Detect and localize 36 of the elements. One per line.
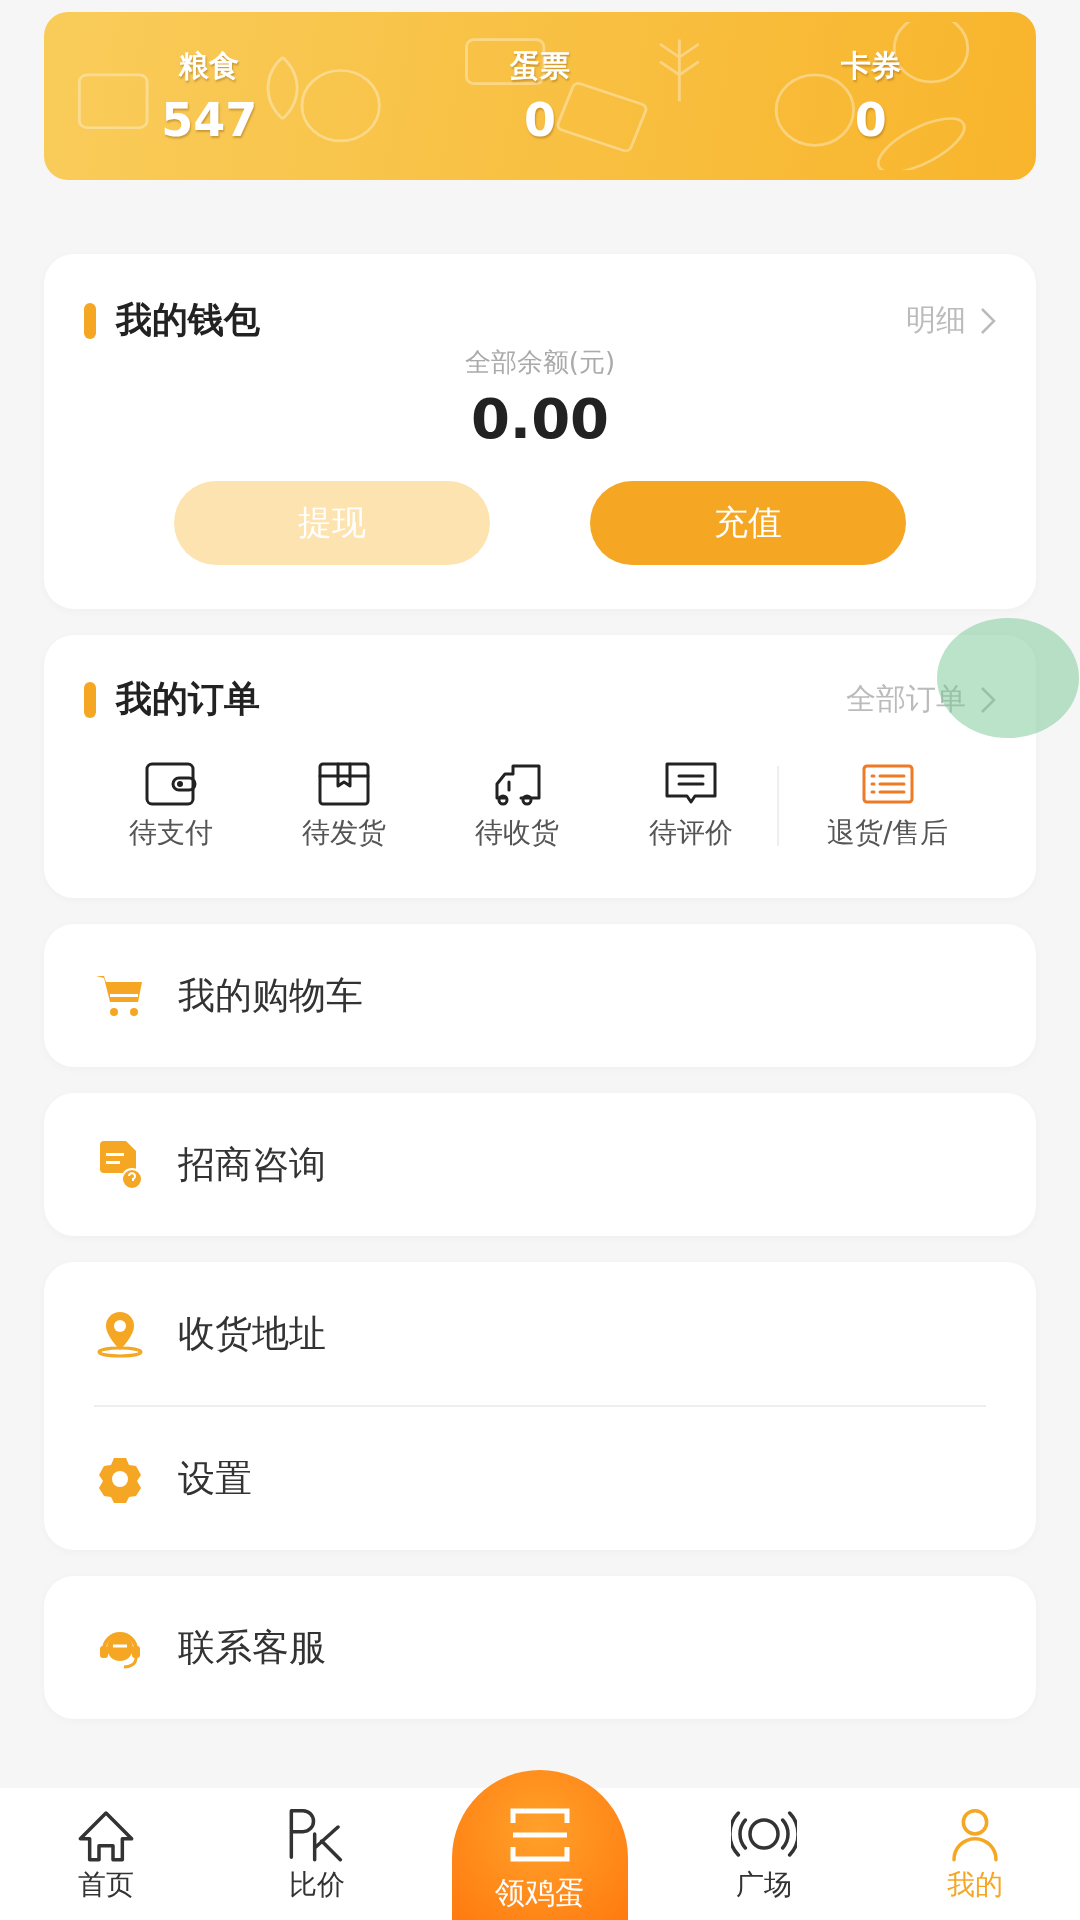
stat-label: 卡券 <box>840 46 901 85</box>
title-bar-icon <box>84 302 96 339</box>
tab[interactable]: 首页 <box>0 1805 211 1920</box>
menu-label: 设置 <box>178 1455 252 1502</box>
order-status-button[interactable]: 待评价 <box>604 760 778 852</box>
stat-label: 粮食 <box>179 46 240 85</box>
menu-item[interactable]: 联系客服 <box>94 1576 986 1719</box>
section-title: 我的订单 <box>116 677 261 721</box>
menu-item[interactable]: 我的购物车 <box>94 924 986 1067</box>
menu-label: 联系客服 <box>178 1624 326 1671</box>
tab[interactable]: 广场 <box>658 1805 869 1920</box>
balance-label: 全部余额(元) <box>464 346 616 379</box>
chevron-icon <box>980 685 996 714</box>
location-pin-icon <box>96 1309 144 1358</box>
menu-label: 我的购物车 <box>178 972 363 1019</box>
menu-item[interactable]: 收货地址 <box>94 1262 986 1405</box>
order-status-button[interactable]: 待收货 <box>430 760 604 852</box>
order-status-button[interactable]: 待支付 <box>84 760 258 852</box>
chevron-icon <box>980 306 996 335</box>
title-bar-icon <box>84 681 96 718</box>
stat-value: 0 <box>854 92 887 147</box>
order-status-button[interactable]: 退货/售后 <box>779 760 996 852</box>
stat-value: 547 <box>161 92 258 147</box>
balance-amount: 0.00 <box>470 386 610 451</box>
stat-value: 0 <box>524 92 556 147</box>
section-title: 我的钱包 <box>116 298 261 342</box>
menu-item[interactable]: 招商咨询 <box>94 1093 986 1236</box>
tab[interactable]: 比价 <box>211 1805 422 1920</box>
menu-label: 收货地址 <box>178 1310 326 1357</box>
menu-label: 招商咨询 <box>178 1141 326 1188</box>
box-icon <box>316 760 372 808</box>
stat-label: 蛋票 <box>510 46 570 85</box>
menu-item[interactable]: 设置 <box>94 1405 986 1550</box>
scan-icon <box>509 1807 571 1863</box>
cart-icon <box>96 973 144 1018</box>
order-status-button[interactable]: 待发货 <box>257 760 431 852</box>
